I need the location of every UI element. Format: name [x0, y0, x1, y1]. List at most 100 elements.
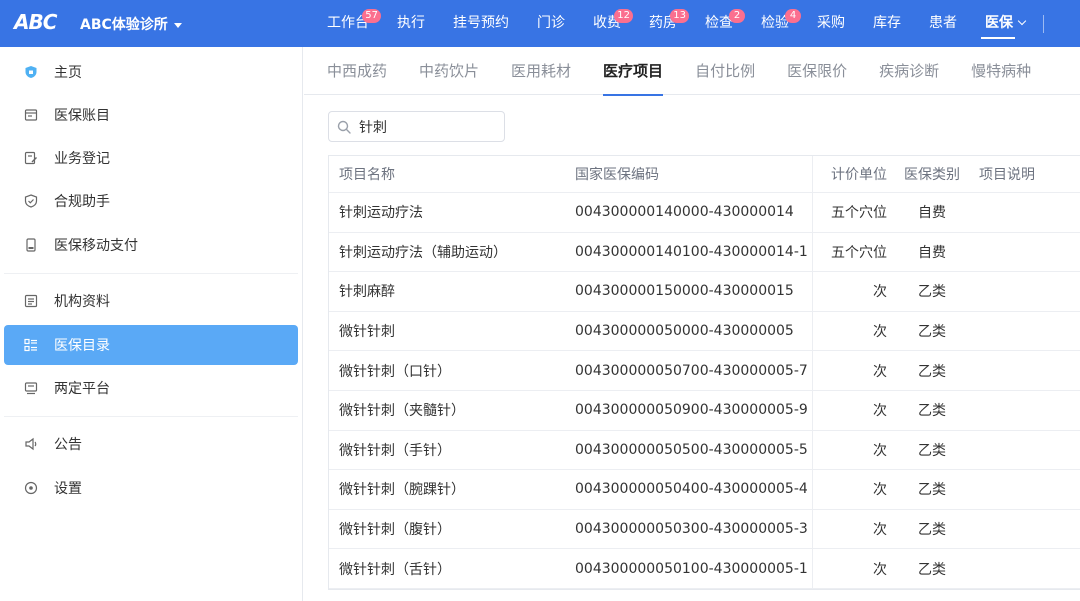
nav-item-7[interactable]: 检验 4 [747, 0, 803, 47]
sidebar-item-6[interactable]: 医保目录 [4, 325, 298, 365]
nav-item-8[interactable]: 采购 [803, 0, 859, 47]
tab-3[interactable]: 医疗项目 [587, 47, 679, 96]
cell-code: 004300000050100-430000005-1 [575, 560, 808, 577]
sidebar-item-label: 业务登记 [54, 151, 110, 167]
sidebar-divider [4, 416, 298, 417]
nav-item-11[interactable]: 医保 [971, 0, 1039, 47]
header-desc: 项目说明 [979, 167, 1035, 183]
nav-item-1[interactable]: 执行 [383, 0, 439, 47]
nav-label: 医保 [985, 15, 1013, 31]
document-icon [24, 294, 38, 308]
catalog-icon [24, 338, 38, 352]
cell-code: 004300000050500-430000005-5 [575, 441, 808, 458]
tab-6[interactable]: 疾病诊断 [863, 47, 955, 95]
cell-code: 004300000050300-430000005-3 [575, 521, 808, 538]
nav-item-9[interactable]: 库存 [859, 0, 915, 47]
table-row[interactable]: 针刺运动疗法 004300000140000-430000014 五个穴位 自费 [329, 193, 1080, 233]
cell-code: 004300000050700-430000005-7 [575, 362, 808, 379]
sidebar-item-8[interactable]: 公告 [4, 424, 298, 464]
table-row[interactable]: 微针针刺（腹针） 004300000050300-430000005-3 次 乙类 [329, 509, 1080, 550]
tab-4[interactable]: 自付比例 [679, 47, 771, 95]
table-row[interactable]: 针刺麻醉 004300000150000-430000015 次 乙类 [329, 272, 1080, 312]
search-input[interactable] [359, 116, 499, 138]
sidebar-item-1[interactable]: 医保账目 [4, 95, 298, 135]
cell-name: 微针针刺（腕踝针） [339, 482, 465, 499]
cell-code: 004300000050900-430000005-9 [575, 402, 808, 419]
table-row[interactable]: 微针针刺（口针） 004300000050700-430000005-7 次 乙类 [329, 351, 1080, 391]
sidebar-item-7[interactable]: 两定平台 [4, 368, 298, 408]
search-icon [337, 120, 351, 134]
nav-label: 门诊 [537, 15, 565, 31]
cell-name: 针刺麻醉 [339, 284, 395, 301]
top-navigation-bar: ABC ABC体验诊所 工作台 57 执行 挂号预约 门诊 收费 12 药房 13 检查 2 检验 4 采… [0, 0, 1080, 47]
speaker-icon [24, 437, 38, 451]
platform-icon [24, 381, 38, 395]
nav-label: 执行 [397, 15, 425, 31]
table-row[interactable]: 微针针刺（腕踝针） 004300000050400-430000005-4 次 乙类 [329, 470, 1080, 510]
count-badge: 2 [729, 9, 745, 23]
cell-type: 自费 [918, 244, 946, 261]
tab-2[interactable]: 医用耗材 [495, 47, 587, 95]
header-unit: 计价单位 [831, 167, 887, 183]
nav-label: 采购 [817, 15, 845, 31]
table-row[interactable]: 微针针刺（舌针） 004300000050100-430000005-1 次 乙类 [329, 549, 1080, 589]
clinic-switcher[interactable]: ABC体验诊所 [80, 14, 182, 34]
count-badge: 13 [670, 9, 689, 23]
sidebar-item-9[interactable]: 设置 [4, 468, 298, 508]
nav-item-0[interactable]: 工作台 57 [313, 0, 383, 47]
cell-unit: 次 [873, 482, 887, 499]
nav-item-3[interactable]: 门诊 [523, 0, 579, 47]
tab-0[interactable]: 中西成药 [304, 47, 403, 95]
tab-7[interactable]: 慢特病种 [955, 47, 1047, 95]
cell-name: 针刺运动疗法 [339, 205, 423, 222]
sidebar-item-2[interactable]: 业务登记 [4, 138, 298, 178]
search-box[interactable] [328, 111, 505, 142]
home-shield-icon [24, 65, 38, 79]
sidebar-item-4[interactable]: 医保移动支付 [4, 225, 298, 265]
mobile-pay-icon [24, 238, 38, 252]
tab-5[interactable]: 医保限价 [771, 47, 863, 95]
cell-name: 微针针刺（夹髓针） [339, 403, 465, 420]
nav-label: 库存 [873, 15, 901, 31]
compliance-shield-icon [24, 194, 38, 208]
catalog-tabs: 中西成药 中药饮片 医用耗材 医疗项目 自付比例 医保限价 疾病诊断 慢特病种 [304, 47, 1080, 96]
sidebar-item-5[interactable]: 机构资料 [4, 281, 298, 321]
sidebar-item-3[interactable]: 合规助手 [4, 181, 298, 221]
table-row[interactable]: 微针针刺 004300000050000-430000005 次 乙类 [329, 311, 1080, 352]
header-type: 医保类别 [904, 167, 960, 183]
cell-type: 乙类 [918, 442, 946, 459]
nav-item-10[interactable]: 患者 [915, 0, 971, 47]
settings-icon [24, 481, 38, 495]
main-nav: 工作台 57 执行 挂号预约 门诊 收费 12 药房 13 检查 2 检验 4 采购 库存 患者 医保 [313, 0, 1044, 47]
cell-name: 微针针刺（口针） [339, 363, 451, 380]
sidebar-item-label: 医保账目 [54, 108, 110, 124]
cell-code: 004300000050400-430000005-4 [575, 481, 808, 498]
cell-unit: 五个穴位 [831, 205, 887, 222]
cell-type: 乙类 [918, 284, 946, 301]
nav-item-4[interactable]: 收费 12 [579, 0, 635, 47]
chevron-down-icon [1017, 16, 1027, 26]
tab-1[interactable]: 中药饮片 [403, 47, 495, 95]
cell-type: 自费 [918, 205, 946, 222]
cell-code: 004300000150000-430000015 [575, 283, 794, 300]
cell-name: 微针针刺 [339, 324, 395, 341]
sidebar-item-0[interactable]: 主页 [4, 52, 298, 92]
nav-item-6[interactable]: 检查 2 [691, 0, 747, 47]
caret-down-icon [173, 22, 182, 28]
nav-item-5[interactable]: 药房 13 [635, 0, 691, 47]
nav-item-2[interactable]: 挂号预约 [439, 0, 523, 47]
header-name: 项目名称 [339, 167, 395, 183]
table-row[interactable]: 微针针刺（手针） 004300000050500-430000005-5 次 乙类 [329, 430, 1080, 471]
cell-unit: 次 [873, 324, 887, 341]
cell-name: 针刺运动疗法（辅助运动） [339, 244, 507, 261]
table-body: 针刺运动疗法 004300000140000-430000014 五个穴位 自费 针刺运… [329, 193, 1080, 589]
sidebar-item-label: 两定平台 [54, 381, 110, 397]
sidebar: 主页医保账目业务登记合规助手 医保移动支付 机构资料 医保目录两定平台公告 设置 [0, 47, 303, 601]
sidebar-divider [4, 273, 298, 274]
cell-type: 乙类 [918, 482, 946, 499]
table-row[interactable]: 针刺运动疗法（辅助运动） 004300000140100-430000014-1 五… [329, 232, 1080, 273]
main-content: 中西成药中药饮片医用耗材医疗项目自付比例医保限价疾病诊断慢特病种 项目名称 国家… [304, 47, 1080, 601]
cell-code: 004300000140000-430000014 [575, 204, 794, 221]
table-row[interactable]: 微针针刺（夹髓针） 004300000050900-430000005-9 次 乙类 [329, 390, 1080, 431]
register-icon [24, 151, 38, 165]
